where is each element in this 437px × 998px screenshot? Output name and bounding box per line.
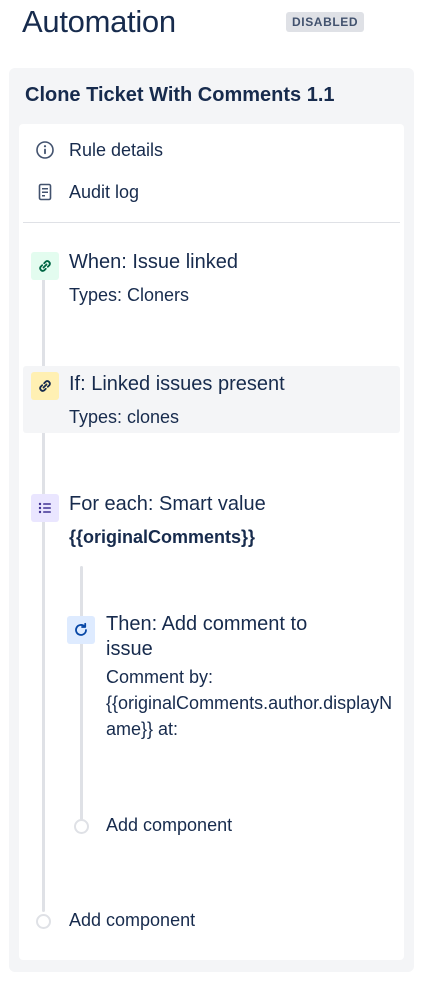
trigger-step[interactable]: When: Issue linked Types: Cloners bbox=[23, 242, 400, 312]
link-icon bbox=[31, 372, 59, 400]
rule-details-link[interactable]: Rule details bbox=[33, 136, 163, 164]
status-badge: DISABLED bbox=[286, 12, 365, 32]
add-node-icon bbox=[74, 818, 89, 834]
trigger-title: When: Issue linked bbox=[69, 251, 238, 273]
rule-panel: Clone Ticket With Comments 1.1 Rule deta… bbox=[9, 68, 414, 972]
action-subtitle-line1: Comment by: bbox=[106, 667, 214, 687]
audit-log-label: Audit log bbox=[69, 181, 140, 202]
condition-title: If: Linked issues present bbox=[69, 373, 285, 395]
action-step[interactable]: Then: Add comment to issue Comment by: {… bbox=[61, 608, 400, 758]
action-subtitle-line2: {{originalComments.author.displayN bbox=[106, 693, 393, 713]
trigger-subtitle: Types: Cloners bbox=[69, 285, 190, 305]
branch-title: For each: Smart value bbox=[69, 493, 266, 515]
divider bbox=[23, 222, 400, 223]
page-title: Automation bbox=[22, 4, 176, 39]
link-icon bbox=[31, 252, 59, 280]
document-icon bbox=[33, 180, 57, 204]
action-title-line2: issue bbox=[106, 638, 153, 660]
rule-card: Rule details Audit log When: Issue linke… bbox=[19, 124, 404, 960]
rule-details-label: Rule details bbox=[69, 139, 164, 160]
list-icon bbox=[31, 494, 59, 522]
inner-add-label: Add component bbox=[106, 815, 233, 835]
refresh-icon bbox=[67, 616, 95, 644]
condition-step[interactable]: If: Linked issues present Types: clones bbox=[23, 366, 400, 433]
branch-step[interactable]: For each: Smart value {{originalComments… bbox=[23, 486, 400, 556]
audit-log-link[interactable]: Audit log bbox=[33, 178, 139, 206]
outer-add-component[interactable]: Add component bbox=[36, 910, 256, 931]
outer-add-label: Add component bbox=[69, 910, 196, 930]
rule-name: Clone Ticket With Comments 1.1 bbox=[25, 84, 335, 106]
action-subtitle-line3: ame}} at: bbox=[106, 719, 179, 739]
branch-subtitle: {{originalComments}} bbox=[69, 527, 256, 547]
info-icon bbox=[33, 138, 57, 162]
inner-add-component[interactable]: Add component bbox=[74, 815, 294, 836]
action-title-line1: Then: Add comment to bbox=[106, 613, 308, 635]
header: Automation DISABLED bbox=[0, 0, 437, 60]
condition-subtitle: Types: clones bbox=[69, 407, 180, 427]
add-node-icon bbox=[36, 913, 51, 929]
